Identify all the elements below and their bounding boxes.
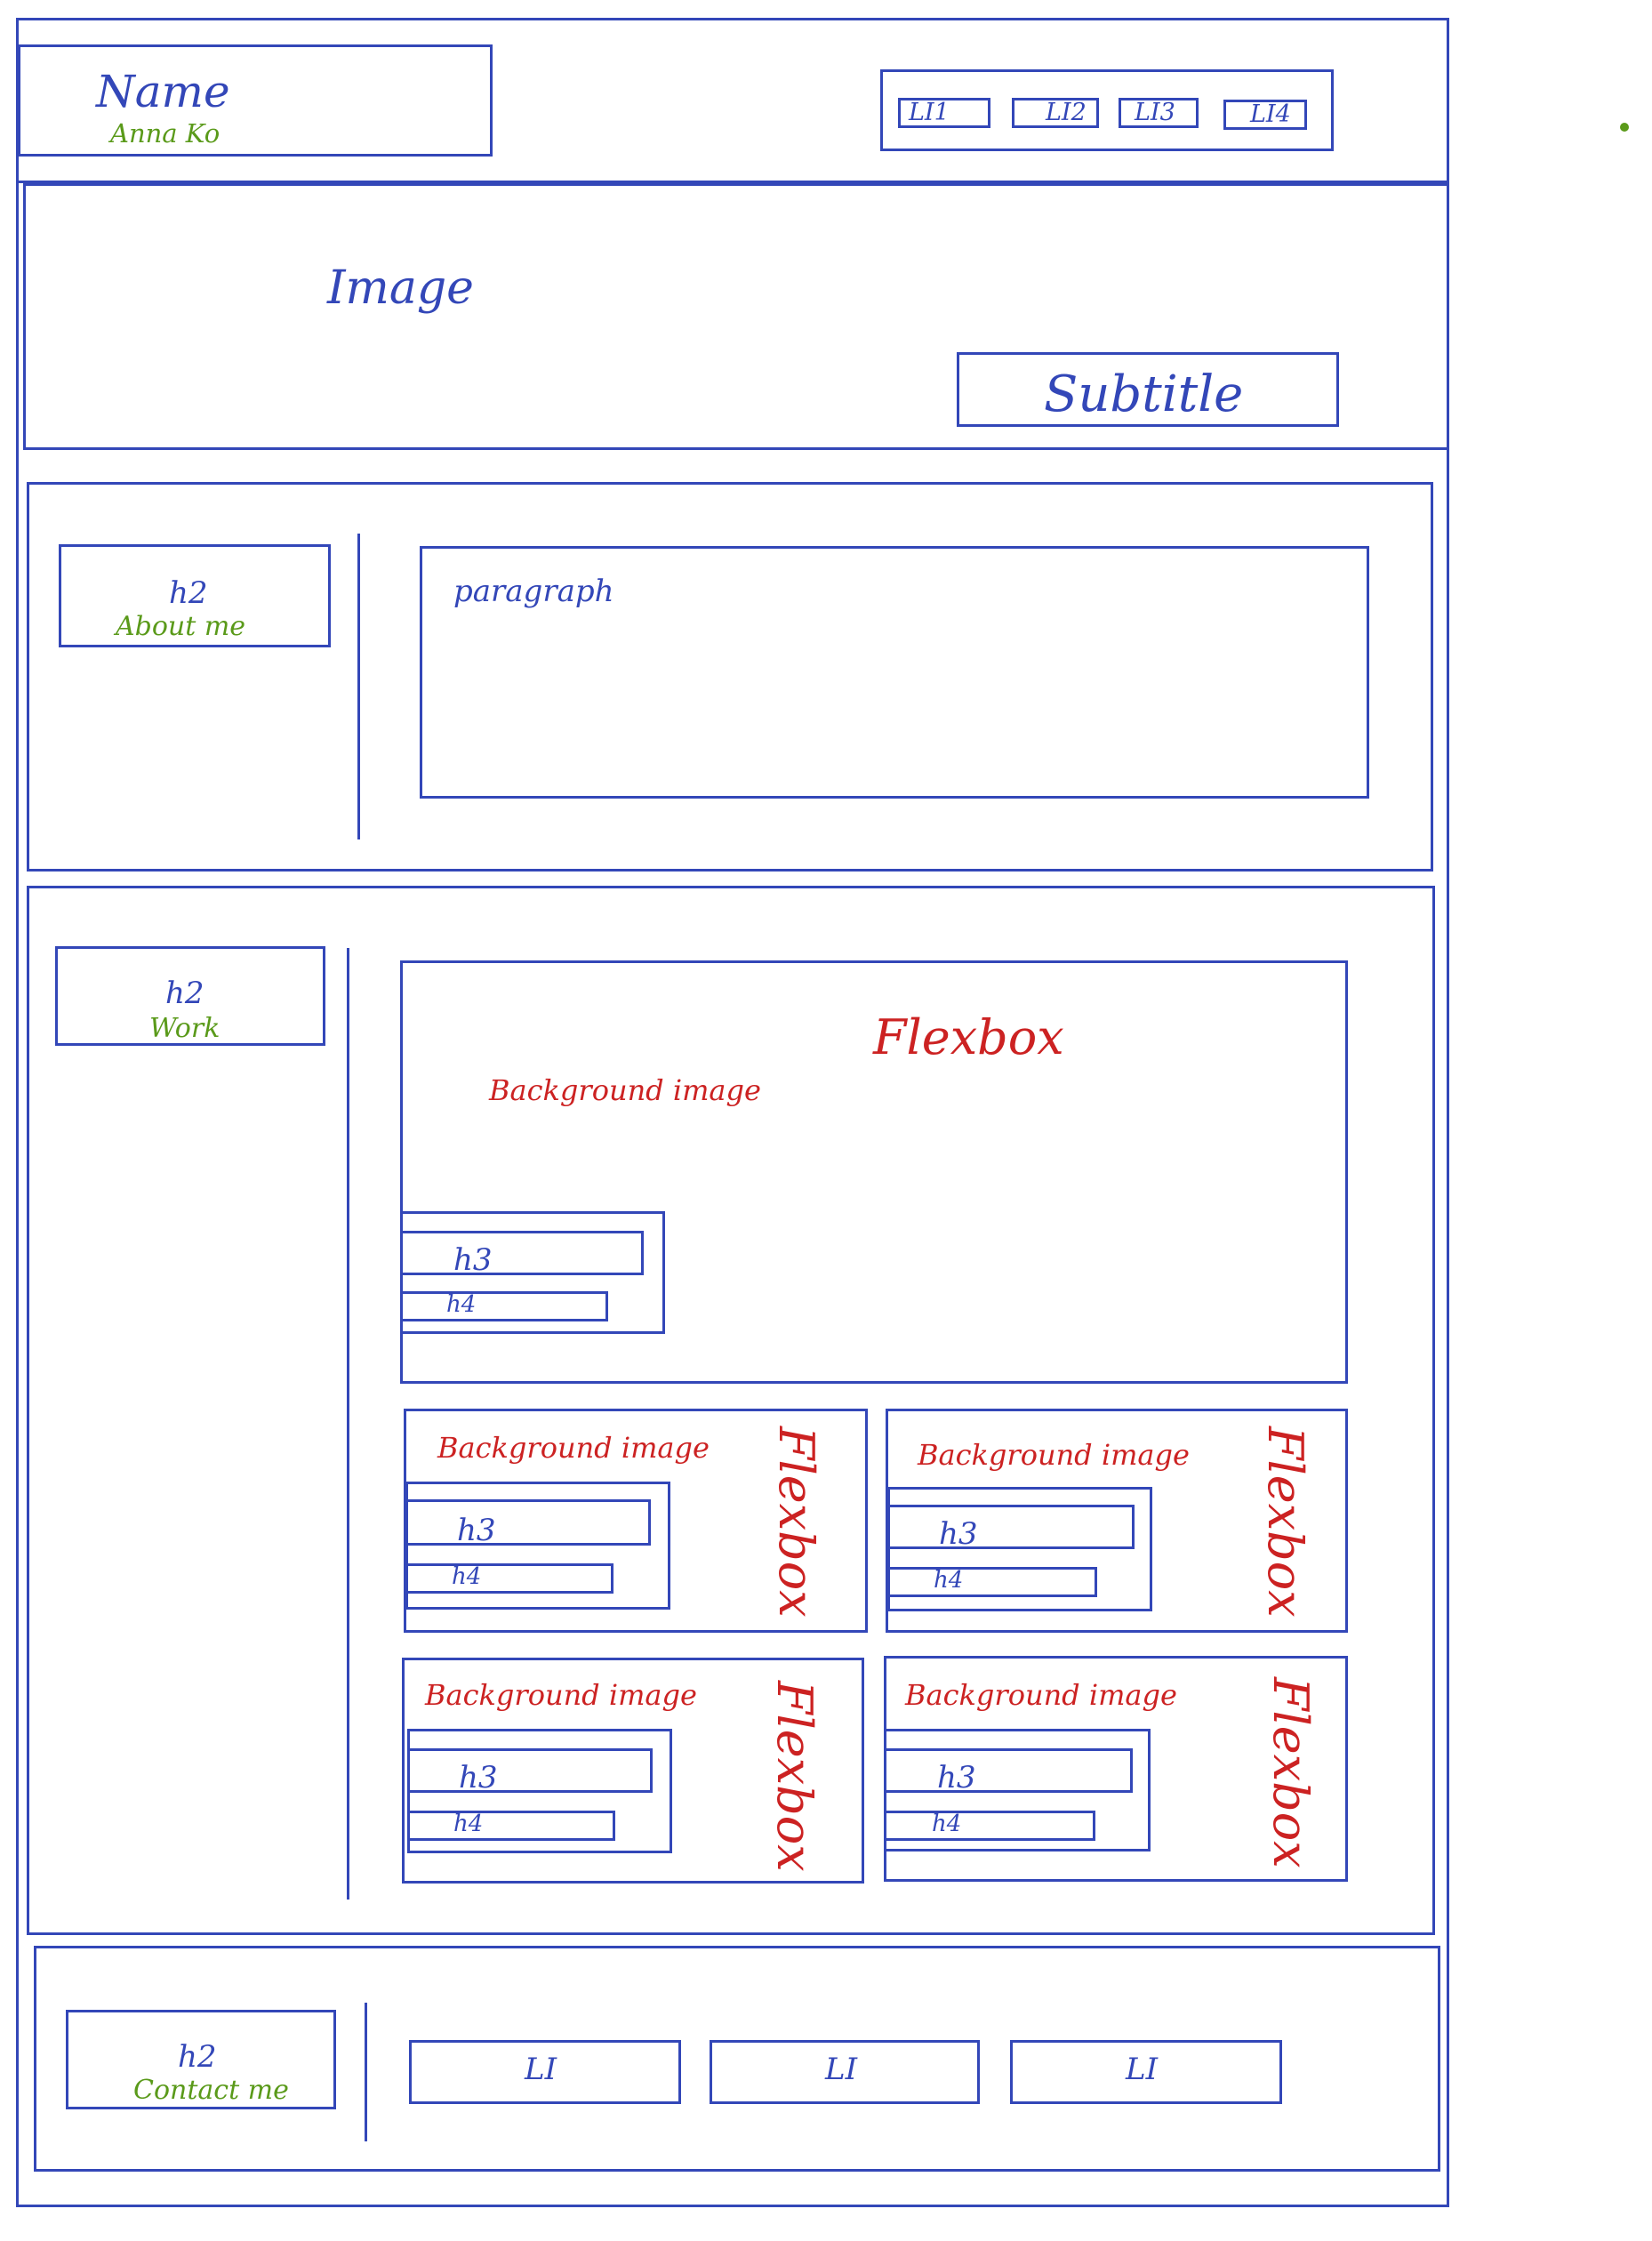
contact-item-2-label: LI	[825, 2052, 858, 2087]
work-heading-tag: h2	[165, 976, 204, 1011]
contact-item-3-label: LI	[1126, 2052, 1159, 2087]
card-background-label: Background image	[905, 1678, 1177, 1712]
featured-background-label: Background image	[489, 1073, 761, 1107]
card-h4-block	[407, 1811, 615, 1841]
card-h3-label: h3	[457, 1513, 496, 1548]
name-block	[18, 44, 493, 157]
card-flexbox-label: Flexbox	[768, 1426, 824, 1618]
about-divider	[357, 534, 360, 839]
card-background-label: Background image	[918, 1438, 1190, 1472]
name-value: Anna Ko	[110, 118, 221, 149]
name-label: Name	[96, 66, 230, 117]
contact-divider	[365, 2003, 367, 2141]
work-heading-text: Work	[149, 1013, 221, 1044]
about-heading-tag: h2	[169, 575, 208, 611]
card-h3-block	[884, 1748, 1133, 1793]
nav-item-4-label: LI4	[1250, 100, 1291, 128]
card-h3-label: h3	[939, 1516, 978, 1552]
subtitle-label: Subtitle	[1044, 365, 1244, 423]
contact-heading-tag: h2	[178, 2039, 217, 2075]
stray-dot	[1620, 123, 1629, 132]
featured-h3-label: h3	[453, 1242, 493, 1278]
card-h4-block	[887, 1567, 1097, 1597]
featured-h4-label: h4	[446, 1291, 477, 1318]
card-h4-block	[405, 1563, 613, 1594]
card-h4-label: h4	[452, 1563, 482, 1590]
card-h4-label: h4	[453, 1811, 484, 1837]
card-h3-block	[405, 1499, 651, 1546]
featured-h3-block	[400, 1231, 644, 1275]
card-h4-label: h4	[932, 1811, 962, 1837]
nav-item-1-label: LI1	[909, 99, 950, 126]
card-h4-block	[884, 1811, 1095, 1841]
card-h3-label: h3	[459, 1760, 498, 1795]
card-flexbox-label: Flexbox	[1263, 1677, 1319, 1868]
featured-h4-block	[400, 1291, 608, 1321]
card-background-label: Background image	[425, 1678, 697, 1712]
card-background-label: Background image	[437, 1431, 710, 1465]
contact-item-1-label: LI	[525, 2052, 557, 2087]
hero-image-label: Image	[327, 261, 474, 315]
paragraph-label: paragraph	[453, 574, 614, 609]
card-h3-block	[407, 1748, 653, 1793]
card-h4-label: h4	[934, 1567, 964, 1594]
featured-flexbox-label: Flexbox	[873, 1009, 1064, 1065]
nav-item-3-label: LI3	[1135, 99, 1175, 126]
card-flexbox-label: Flexbox	[766, 1681, 822, 1872]
work-divider	[347, 948, 349, 1900]
card-flexbox-label: Flexbox	[1257, 1426, 1313, 1618]
about-heading-text: About me	[116, 611, 246, 642]
nav-item-2-label: LI2	[1046, 99, 1087, 126]
contact-heading-text: Contact me	[133, 2075, 289, 2106]
card-h3-label: h3	[937, 1760, 976, 1795]
card-h3-block	[887, 1505, 1135, 1549]
